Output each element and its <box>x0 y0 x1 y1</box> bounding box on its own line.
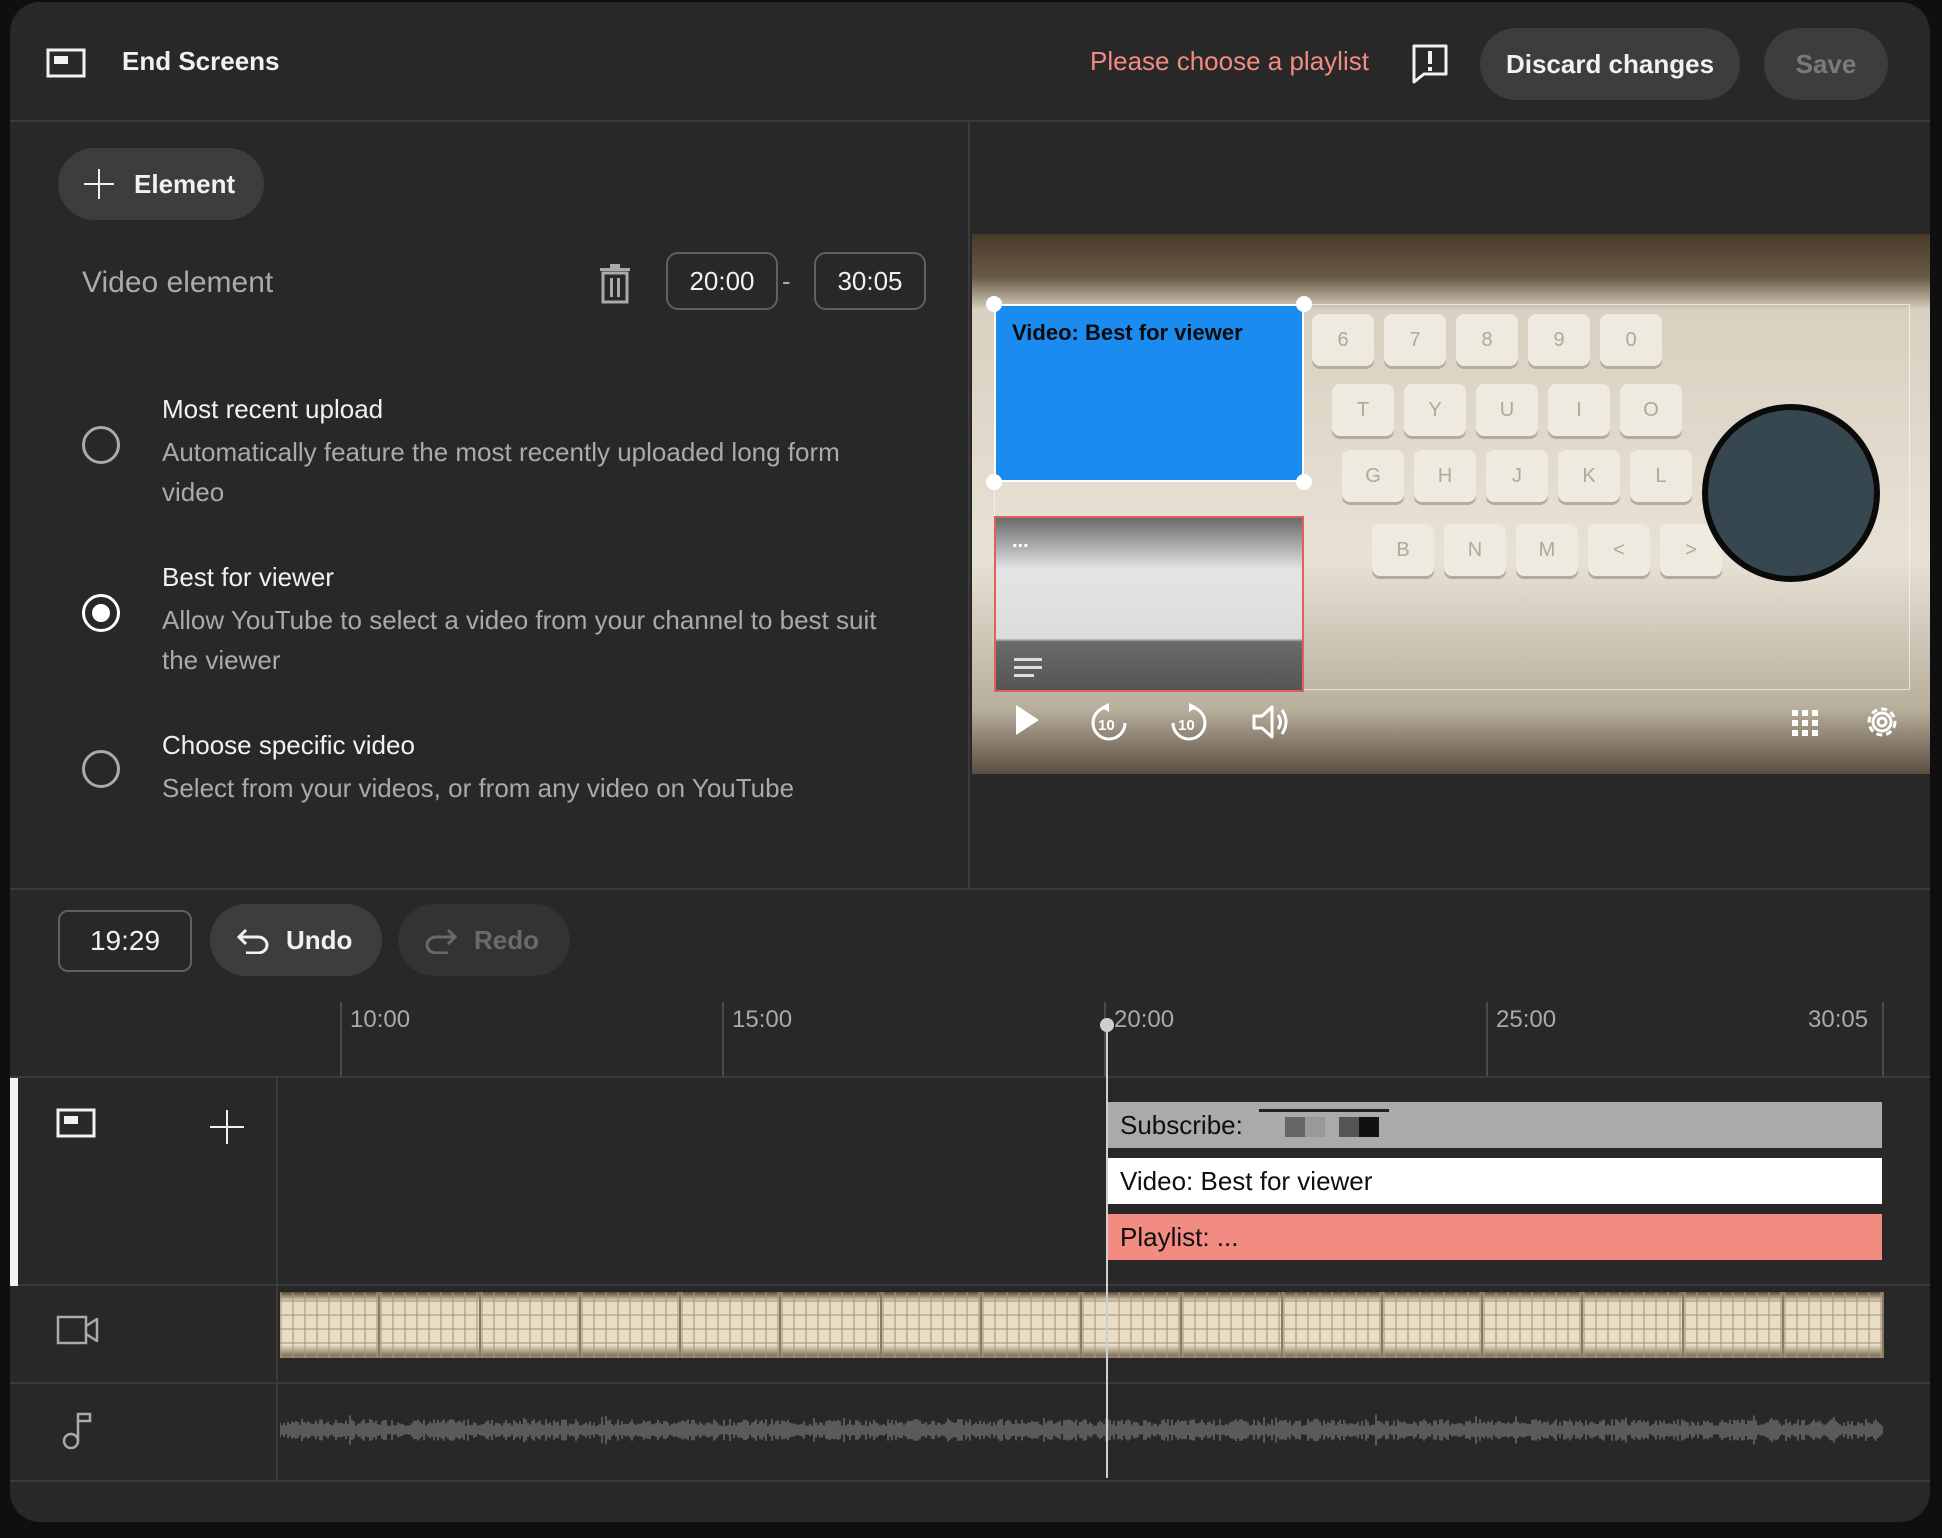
video-element-card[interactable]: Video: Best for viewer <box>994 304 1304 482</box>
ruler-tick <box>1882 1002 1884 1076</box>
start-time-field[interactable]: 20:00 <box>666 252 778 310</box>
element-editor-panel: Element Video element 20:00 - 30:05 Most… <box>10 122 970 888</box>
track-divider <box>10 1284 1930 1286</box>
element-title: Video element <box>82 266 274 299</box>
film-frame <box>881 1292 982 1358</box>
subscribe-bar-label: Subscribe: <box>1120 1109 1243 1140</box>
rewind-10-icon[interactable]: 10 <box>1088 702 1130 744</box>
feedback-icon[interactable] <box>1410 42 1450 86</box>
playlist-track-bar[interactable]: Playlist: ... <box>1106 1214 1882 1260</box>
playlist-warning: Please choose a playlist <box>1090 46 1369 76</box>
playhead[interactable] <box>1106 1022 1108 1478</box>
film-frame <box>1182 1292 1283 1358</box>
subscribe-track-bar[interactable]: Subscribe: <box>1106 1102 1882 1148</box>
ruler-tick <box>722 1002 724 1076</box>
forward-10-icon[interactable]: 10 <box>1168 702 1210 744</box>
end-screen-icon <box>46 48 86 78</box>
audio-track-header <box>10 1384 278 1482</box>
end-screens-dialog: End Screens Please choose a playlist Dis… <box>10 2 1930 1522</box>
add-element-plus-icon[interactable] <box>208 1108 246 1146</box>
film-frame <box>1082 1292 1183 1358</box>
music-note-icon <box>62 1412 92 1450</box>
option-description: Allow YouTube to select a video from you… <box>162 605 877 675</box>
ruler-label: 25:00 <box>1496 1006 1557 1033</box>
film-frame <box>681 1292 782 1358</box>
header: End Screens Please choose a playlist Dis… <box>10 2 1930 122</box>
film-frame <box>1382 1292 1483 1358</box>
track-divider <box>10 1480 1930 1482</box>
track-divider <box>10 1382 1930 1384</box>
option-description: Automatically feature the most recently … <box>162 437 840 507</box>
audio-waveform <box>280 1414 1883 1446</box>
discard-changes-button[interactable]: Discard changes <box>1480 28 1740 100</box>
option-title: Choose specific video <box>162 730 415 760</box>
time-range-dash: - <box>782 266 791 296</box>
ruler-label: 20:00 <box>1114 1006 1175 1033</box>
redo-label: Redo <box>474 924 539 955</box>
film-frame <box>1783 1292 1884 1358</box>
film-frame <box>580 1292 681 1358</box>
video-track-header <box>10 1286 278 1384</box>
playlist-icon <box>1014 658 1042 677</box>
ruler-label: 30:05 <box>1808 1006 1869 1033</box>
film-frame <box>280 1292 381 1358</box>
redacted-channel-name <box>1258 1109 1389 1137</box>
add-element-label: Element <box>134 168 236 199</box>
option-title: Most recent upload <box>162 394 384 424</box>
option-description: Select from your videos, or from any vid… <box>162 773 795 803</box>
ruler-tick <box>340 1002 342 1076</box>
svg-text:10: 10 <box>1178 717 1195 734</box>
radio-best-for-viewer[interactable] <box>82 594 120 632</box>
playlist-card-label: ... <box>1012 530 1029 552</box>
ruler-tick <box>1486 1002 1488 1076</box>
video-camera-icon <box>56 1315 99 1345</box>
playhead-handle[interactable] <box>1100 1018 1114 1032</box>
settings-gear-icon[interactable] <box>1860 700 1904 744</box>
page-title: End Screens <box>122 46 280 76</box>
film-frame <box>1282 1292 1383 1358</box>
volume-icon[interactable] <box>1250 702 1292 742</box>
ruler-label: 15:00 <box>732 1006 793 1033</box>
film-frame <box>781 1292 882 1358</box>
option-title: Best for viewer <box>162 562 334 592</box>
resize-handle[interactable] <box>1296 296 1312 312</box>
current-time-field[interactable]: 19:29 <box>58 910 192 972</box>
redo-button[interactable]: Redo <box>398 904 570 976</box>
undo-button[interactable]: Undo <box>210 904 382 976</box>
film-frame <box>1683 1292 1784 1358</box>
playlist-element-card[interactable]: ... <box>994 516 1304 692</box>
redo-icon <box>425 928 458 954</box>
undo-label: Undo <box>286 924 353 955</box>
video-preview[interactable]: 6 7 8 9 0 T Y U I O G H J K L B N M < > <box>972 234 1930 774</box>
resize-handle[interactable] <box>986 474 1002 490</box>
video-track-bar[interactable]: Video: Best for viewer <box>1106 1158 1882 1204</box>
add-element-button[interactable]: Element <box>58 148 264 220</box>
trash-icon[interactable] <box>598 264 632 304</box>
svg-text:10: 10 <box>1098 717 1115 734</box>
end-time-field[interactable]: 30:05 <box>814 252 926 310</box>
undo-icon <box>236 928 269 954</box>
resize-handle[interactable] <box>986 296 1002 312</box>
selected-track-indicator <box>10 1078 18 1286</box>
save-button[interactable]: Save <box>1764 28 1888 100</box>
film-frame <box>1583 1292 1684 1358</box>
plus-icon <box>84 169 114 199</box>
video-filmstrip <box>280 1292 1884 1358</box>
film-frame <box>380 1292 481 1358</box>
film-frame <box>1483 1292 1584 1358</box>
video-card-label: Video: Best for viewer <box>1012 320 1243 345</box>
resize-handle[interactable] <box>1296 474 1312 490</box>
timeline-ruler[interactable]: 10:00 15:00 20:00 25:00 30:05 <box>10 1002 1930 1078</box>
grid-icon[interactable] <box>1790 708 1820 738</box>
film-frame <box>981 1292 1082 1358</box>
end-screen-track-icon <box>56 1108 96 1138</box>
radio-most-recent[interactable] <box>82 426 120 464</box>
film-frame <box>480 1292 581 1358</box>
play-icon[interactable] <box>1012 702 1042 738</box>
subscribe-element-circle[interactable] <box>1702 404 1880 582</box>
ruler-label: 10:00 <box>350 1006 411 1033</box>
radio-choose-specific[interactable] <box>82 750 120 788</box>
